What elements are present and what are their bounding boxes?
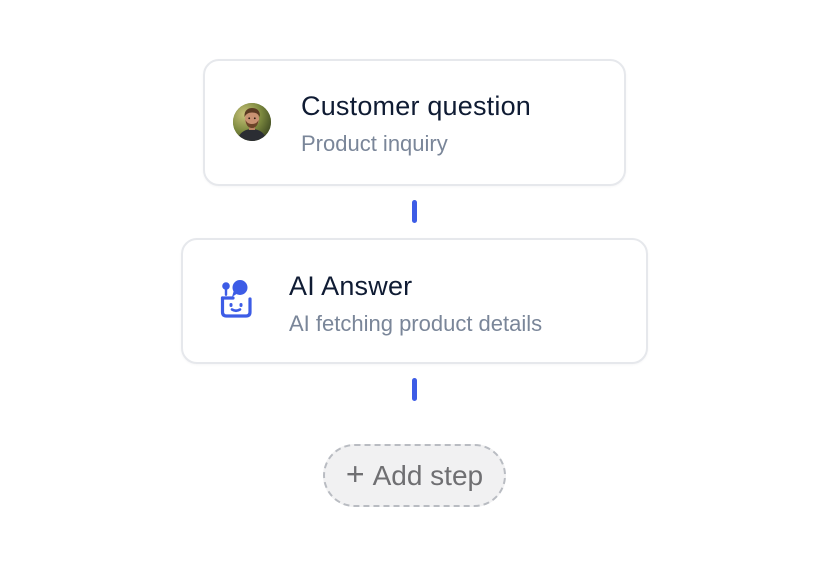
step-subtitle: Product inquiry (301, 131, 448, 156)
step-card-customer-question[interactable]: Customer question Product inquiry (203, 59, 626, 186)
add-step-label: Add step (372, 459, 484, 491)
step-title: AI Answer (289, 271, 413, 301)
plus-icon: + (345, 456, 365, 492)
flow-connector (412, 200, 417, 223)
avatar-photo-icon (233, 103, 271, 141)
flow-connector (412, 378, 417, 401)
step-card-ai-answer[interactable]: AI Answer AI fetching product details (181, 238, 648, 364)
bot-icon (213, 278, 257, 322)
step-title: Customer question (301, 91, 532, 121)
user-avatar (233, 103, 271, 141)
step-subtitle: AI fetching product details (289, 311, 543, 336)
add-step-button[interactable]: + Add step (323, 444, 506, 507)
workflow-canvas: Customer question Product inquiry AI Ans… (0, 0, 828, 566)
